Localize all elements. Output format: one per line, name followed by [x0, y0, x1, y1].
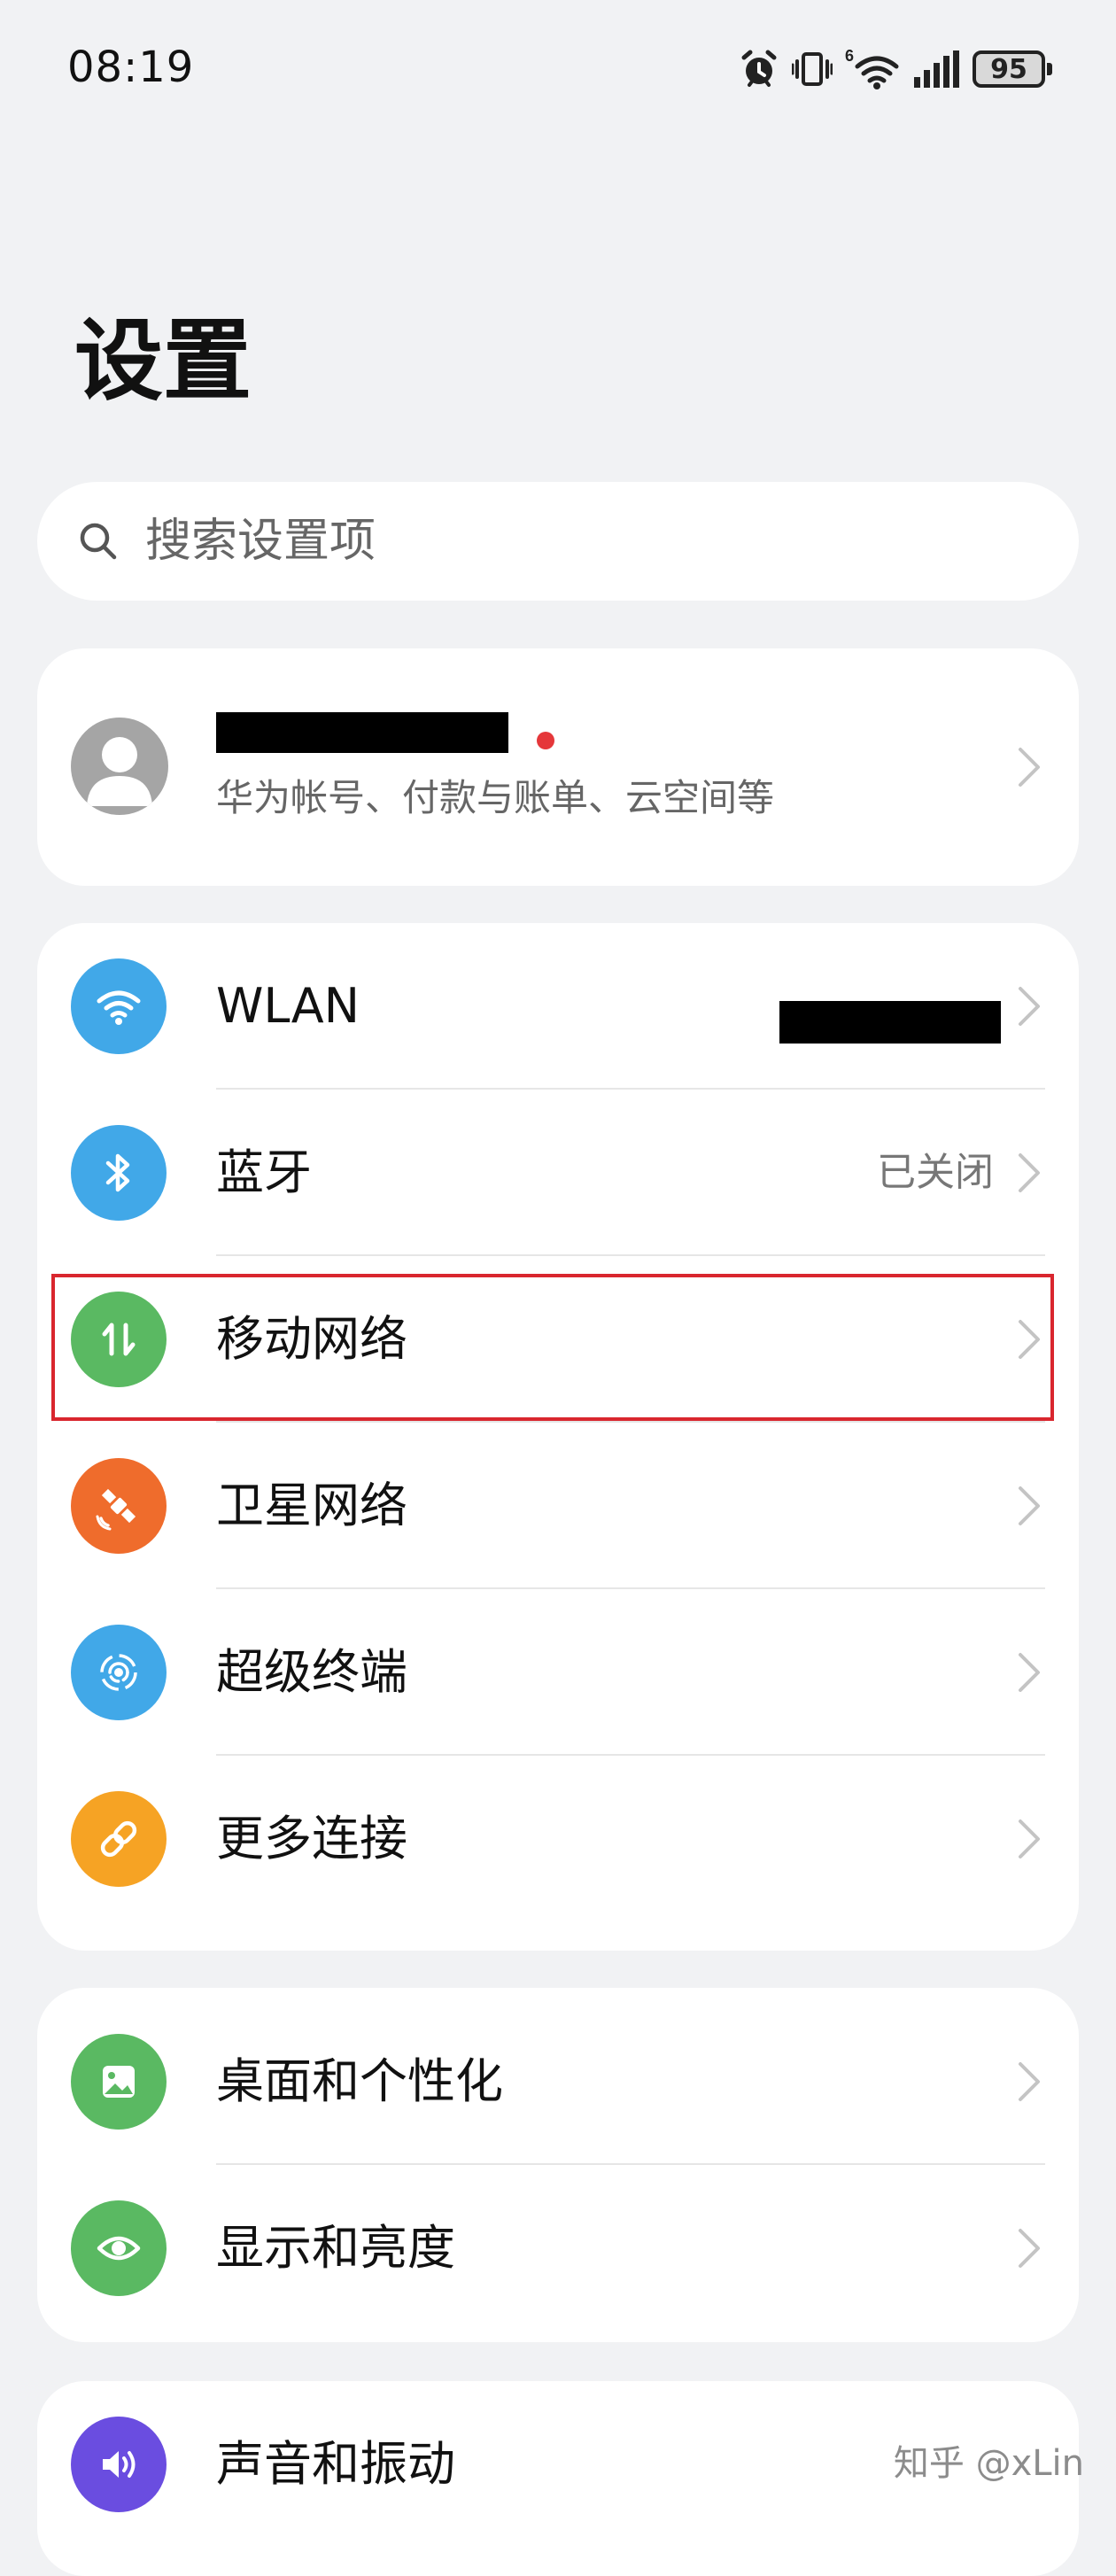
settings-item-wlan[interactable]: WLAN [37, 923, 1079, 1090]
settings-item-label: WLAN [216, 978, 360, 1034]
person-icon [71, 718, 168, 815]
settings-item-label: 超级终端 [216, 1644, 407, 1700]
wallpaper-icon [71, 2034, 167, 2130]
status-time: 08:19 [67, 43, 195, 92]
link-icon [71, 1791, 167, 1887]
personalization-card: 桌面和个性化 显示和亮度 [37, 1988, 1079, 2342]
eye-icon [71, 2200, 167, 2296]
chevron-right-icon [1019, 987, 1040, 1026]
chevron-right-icon [1019, 1486, 1040, 1525]
settings-item-more-connections[interactable]: 更多连接 [37, 1756, 1079, 1922]
chevron-right-icon [1019, 1153, 1040, 1192]
speaker-icon [71, 2417, 167, 2512]
chevron-right-icon [1019, 1653, 1040, 1692]
search-placeholder: 搜索设置项 [145, 515, 376, 568]
settings-item-super-device[interactable]: 超级终端 [37, 1589, 1079, 1756]
signal-icon [914, 50, 959, 88]
settings-item-label: 声音和振动 [216, 2436, 455, 2492]
settings-item-display-brightness[interactable]: 显示和亮度 [37, 2165, 1079, 2332]
account-subtitle: 华为帐号、付款与账单、云空间等 [216, 776, 775, 819]
settings-item-value: 已关闭 [877, 1150, 994, 1195]
wifi-icon [71, 958, 167, 1054]
watermark: 知乎 @xLin [893, 2443, 1084, 2484]
notification-dot [537, 732, 554, 749]
status-icons: 6 95 [739, 44, 1052, 94]
settings-item-label: 蓝牙 [216, 1144, 312, 1200]
status-bar: 08:19 6 95 [0, 0, 1116, 133]
search-input[interactable]: 搜索设置项 [37, 482, 1079, 601]
chevron-right-icon [1019, 2062, 1040, 2101]
settings-item-label: 显示和亮度 [216, 2220, 455, 2276]
settings-item-label: 卫星网络 [216, 1478, 407, 1533]
battery-level: 95 [990, 53, 1027, 85]
settings-item-satellite-network[interactable]: 卫星网络 [37, 1423, 1079, 1589]
redacted-account-name [216, 712, 508, 753]
redacted-wifi-name [779, 1001, 1001, 1044]
bluetooth-icon [71, 1125, 167, 1221]
page-title: 设置 [74, 309, 252, 413]
battery-icon: 95 [973, 50, 1052, 88]
settings-item-home-screen[interactable]: 桌面和个性化 [37, 1998, 1079, 2165]
chevron-right-icon [1019, 1320, 1040, 1359]
settings-item-label: 桌面和个性化 [216, 2053, 503, 2109]
chevron-right-icon [1019, 2229, 1040, 2268]
account-card[interactable]: 华为帐号、付款与账单、云空间等 [37, 648, 1079, 886]
satellite-icon [71, 1458, 167, 1554]
super-device-icon [71, 1625, 167, 1720]
search-icon [80, 523, 117, 560]
chevron-right-icon [1019, 748, 1040, 787]
settings-item-label: 移动网络 [216, 1311, 407, 1367]
settings-item-mobile-network[interactable]: 移动网络 [37, 1256, 1079, 1423]
vibrate-icon [792, 52, 833, 86]
wifi-generation-label: 6 [845, 47, 854, 65]
chevron-right-icon [1019, 1819, 1040, 1858]
mobile-data-icon [71, 1292, 167, 1387]
connectivity-card: WLAN 蓝牙 已关闭 移动网络 卫星网络 超级终端 更多连接 [37, 923, 1079, 1951]
settings-item-bluetooth[interactable]: 蓝牙 已关闭 [37, 1090, 1079, 1256]
alarm-icon [741, 50, 777, 87]
settings-item-label: 更多连接 [216, 1811, 407, 1866]
wifi-icon: 6 [845, 47, 899, 89]
